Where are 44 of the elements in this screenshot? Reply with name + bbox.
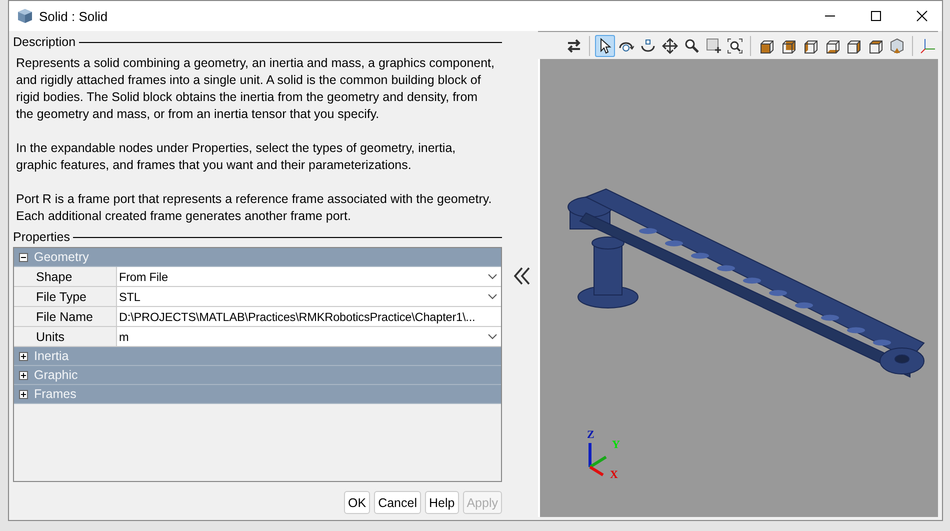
axis-label: Z bbox=[587, 429, 594, 441]
cube-view-icon bbox=[867, 38, 884, 54]
dropdown[interactable]: m bbox=[117, 327, 501, 346]
cube-view-icon bbox=[780, 38, 796, 54]
fit-to-view-icon bbox=[727, 38, 744, 54]
collapse-icon[interactable] bbox=[19, 252, 28, 262]
cube-view-icon bbox=[889, 38, 906, 54]
toolbar-button[interactable] bbox=[594, 34, 615, 56]
collapse-panel-icon[interactable] bbox=[514, 266, 530, 284]
dropdown[interactable]: STL bbox=[117, 287, 501, 306]
zoom-icon bbox=[684, 38, 700, 54]
expand-icon[interactable] bbox=[19, 370, 28, 380]
dialog-button[interactable]: OK bbox=[344, 491, 370, 514]
expand-icon[interactable] bbox=[19, 352, 28, 360]
expand-icon[interactable] bbox=[19, 390, 28, 398]
swap-arrows-icon bbox=[566, 38, 582, 54]
maximize-icon[interactable] bbox=[870, 10, 882, 22]
dropdown[interactable]: From File bbox=[117, 267, 501, 286]
cube-view-icon bbox=[802, 38, 818, 54]
cube-view-icon bbox=[845, 38, 862, 54]
chevron-down-icon bbox=[488, 334, 497, 340]
axis-triad-drawing bbox=[586, 441, 610, 477]
3d-viewport[interactable]: Z Y X bbox=[538, 59, 938, 517]
description-paragraph: In the expandable nodes under Properties, select the types of geometry, inertia, graphic features, and frames that you want and their parameterizations. bbox=[16, 140, 457, 174]
section-title: Properties bbox=[13, 230, 70, 244]
axes-icon bbox=[918, 38, 937, 54]
text-field[interactable]: D:\PROJECTS\MATLAB\Practices\RMKRoboticsPractice\Chapter1\... bbox=[117, 307, 501, 326]
close-icon[interactable] bbox=[916, 10, 928, 22]
cube-view-icon bbox=[824, 38, 840, 54]
chevron-down-icon bbox=[488, 274, 497, 280]
section-title: Description bbox=[13, 35, 76, 49]
window-title: Solid : Solid bbox=[39, 8, 108, 24]
axis-label: Y bbox=[612, 439, 620, 451]
chevron-down-icon bbox=[488, 294, 497, 300]
zoom-box-icon bbox=[706, 38, 722, 54]
pan-arrows-icon bbox=[662, 38, 678, 54]
axis-label: X bbox=[610, 469, 618, 481]
dialog-button[interactable]: Help bbox=[425, 491, 459, 514]
cube-view-icon bbox=[758, 38, 774, 54]
cube-icon bbox=[17, 8, 33, 24]
dialog-button[interactable]: Cancel bbox=[374, 491, 421, 514]
description-paragraph: Port R is a frame port that represents a reference frame associated with the geometry. Each additional created frame generates another frame port. bbox=[16, 191, 493, 225]
roll-icon bbox=[640, 38, 656, 54]
description-paragraph: Represents a solid combining a geometry, an inertia and mass, a graphics component, and rigidly attached frames into a single unit. A solid is the common building block of rigid bodies. The Solid block obtains the inertia from the geometry and density, from the geometry and mass, or from an inertia tensor that you specify. bbox=[16, 55, 496, 123]
